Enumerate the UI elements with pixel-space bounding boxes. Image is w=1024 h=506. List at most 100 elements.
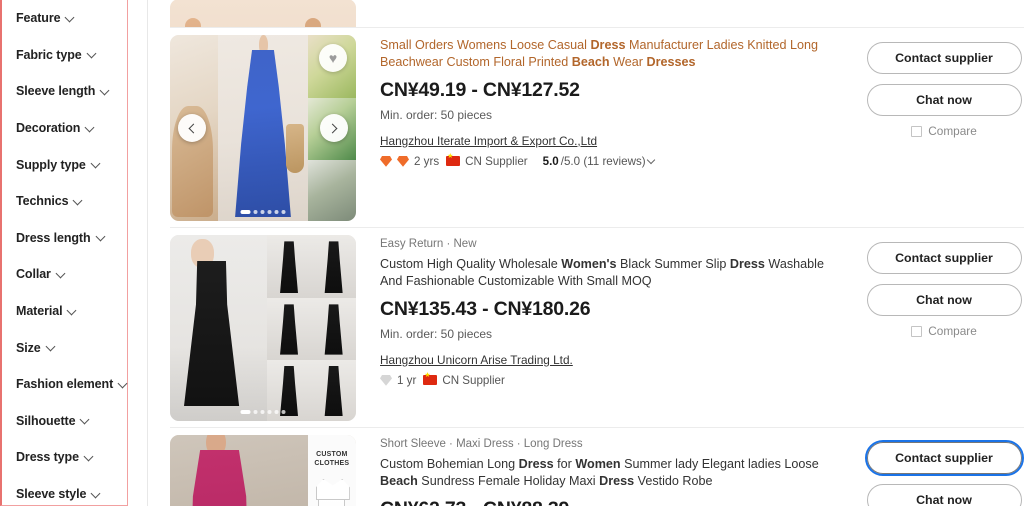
- sidebar-item-label: Collar: [16, 267, 51, 282]
- sidebar-item-feature[interactable]: Feature: [2, 0, 127, 37]
- chevron-down-icon: [74, 197, 83, 206]
- sidebar-item-label: Dress length: [16, 230, 91, 245]
- chevron-down-icon: [68, 307, 77, 316]
- product-price: CN¥135.43 - CN¥180.26: [380, 297, 591, 320]
- sidebar-item-label: Feature: [16, 11, 61, 26]
- carousel-next-button[interactable]: [320, 114, 348, 142]
- product-results-list: ♥ Small Orders Womens Loose Casual Dress…: [148, 0, 1024, 506]
- contact-supplier-button[interactable]: Contact supplier: [866, 242, 1022, 274]
- sidebar-item-label: Dress type: [16, 450, 79, 465]
- chevron-down-icon: [648, 157, 656, 165]
- compare-label: Compare: [928, 124, 977, 138]
- chat-now-button[interactable]: Chat now: [866, 284, 1022, 316]
- chevron-down-icon: [97, 233, 106, 242]
- sidebar-item-label: Fashion element: [16, 377, 114, 392]
- sidebar-item-label: Sleeve style: [16, 487, 87, 502]
- product-card-partial: [170, 0, 1024, 28]
- sidebar-item-supply-type[interactable]: Supply type: [2, 146, 127, 183]
- product-image[interactable]: [170, 235, 356, 421]
- product-card: Easy Return · New Custom High Quality Wh…: [170, 228, 1024, 428]
- contact-supplier-button[interactable]: Contact supplier: [866, 42, 1022, 74]
- product-title[interactable]: Small Orders Womens Loose Casual Dress M…: [380, 37, 848, 72]
- rating-dropdown[interactable]: 5.0/5.0 (11 reviews): [543, 155, 656, 168]
- sidebar-item-label: Decoration: [16, 121, 81, 136]
- supplier-country: CN Supplier: [465, 154, 528, 168]
- product-image[interactable]: ♥: [170, 35, 356, 221]
- chevron-down-icon: [47, 343, 56, 352]
- product-info: Easy Return · New Custom High Quality Wh…: [356, 228, 864, 427]
- carousel-prev-button[interactable]: [178, 114, 206, 142]
- min-order: Min. order: 50 pieces: [380, 326, 493, 341]
- chevron-down-icon: [92, 490, 101, 499]
- product-actions: Contact supplier Chat now Compare: [864, 228, 1024, 427]
- sidebar-item-label: Technics: [16, 194, 69, 209]
- chevron-down-icon: [81, 416, 90, 425]
- sidebar-gutter: [128, 0, 148, 506]
- sidebar-item-silhouette[interactable]: Silhouette: [2, 403, 127, 440]
- chevron-right-icon: [327, 123, 338, 133]
- sidebar-item-decoration[interactable]: Decoration: [2, 110, 127, 147]
- chat-now-button[interactable]: Chat now: [866, 484, 1022, 506]
- chevron-down-icon: [101, 87, 110, 96]
- product-title[interactable]: Custom High Quality Wholesale Women's Bl…: [380, 256, 848, 291]
- rating-detail: /5.0 (11 reviews): [560, 154, 646, 168]
- product-image[interactable]: CUSTOM CLOTHES: [170, 435, 356, 506]
- product-actions: Contact supplier Chat now Compare: [864, 28, 1024, 227]
- custom-badge-line1: CUSTOM: [316, 450, 348, 458]
- supplier-country: CN Supplier: [442, 373, 505, 387]
- checkbox-icon[interactable]: [911, 125, 923, 137]
- custom-clothes-panel: CUSTOM CLOTHES: [307, 435, 356, 506]
- compare-checkbox[interactable]: Compare: [911, 124, 977, 138]
- sidebar-item-sleeve-style[interactable]: Sleeve style: [2, 476, 127, 506]
- china-flag-icon: [423, 372, 438, 386]
- carousel-dots[interactable]: [240, 410, 286, 414]
- sidebar-item-collar[interactable]: Collar: [2, 256, 127, 293]
- heart-icon[interactable]: ♥: [319, 44, 347, 72]
- sidebar-item-label: Material: [16, 304, 63, 319]
- product-info: Short Sleeve · Maxi Dress · Long Dress C…: [356, 428, 864, 506]
- sidebar-item-fabric-type[interactable]: Fabric type: [2, 37, 127, 74]
- sidebar-item-dress-length[interactable]: Dress length: [2, 220, 127, 257]
- compare-checkbox[interactable]: Compare: [911, 324, 977, 338]
- china-flag-icon: [446, 153, 461, 167]
- sidebar-item-fashion-element[interactable]: Fashion element: [2, 366, 127, 403]
- chevron-down-icon: [86, 124, 95, 133]
- sidebar-item-size[interactable]: Size: [2, 329, 127, 366]
- chevron-left-icon: [188, 123, 199, 133]
- chevron-down-icon: [85, 453, 94, 462]
- sidebar-item-sleeve-length[interactable]: Sleeve length: [2, 73, 127, 110]
- supplier-years: 1 yr: [397, 373, 417, 387]
- chat-now-button[interactable]: Chat now: [866, 84, 1022, 116]
- supplier-years: 2 yrs: [414, 154, 440, 168]
- chevron-down-icon: [88, 50, 97, 59]
- sidebar-item-label: Silhouette: [16, 413, 76, 428]
- contact-supplier-button[interactable]: Contact supplier: [864, 440, 1024, 476]
- product-card: CUSTOM CLOTHES Short Sleeve · Maxi Dress…: [170, 428, 1024, 506]
- compare-label: Compare: [928, 324, 977, 338]
- product-info: Small Orders Womens Loose Casual Dress M…: [356, 28, 864, 227]
- sidebar-item-label: Supply type: [16, 157, 86, 172]
- search-results-page: Feature Fabric type Sleeve length Decora…: [0, 0, 1024, 506]
- beach-image: [170, 0, 356, 27]
- chevron-down-icon: [119, 380, 128, 389]
- supplier-link[interactable]: Hangzhou Iterate Import & Export Co.,Ltd: [380, 134, 597, 148]
- checkbox-icon[interactable]: [911, 325, 923, 337]
- sidebar-item-dress-type[interactable]: Dress type: [2, 439, 127, 476]
- sidebar-item-material[interactable]: Material: [2, 293, 127, 330]
- supplier-meta: 1 yr CN Supplier: [380, 372, 848, 387]
- gem-icon: [380, 155, 392, 167]
- carousel-dots[interactable]: [240, 210, 286, 214]
- product-tagline: Short Sleeve · Maxi Dress · Long Dress: [380, 438, 583, 450]
- product-image[interactable]: [170, 0, 356, 27]
- filter-sidebar: Feature Fabric type Sleeve length Decora…: [0, 0, 128, 506]
- product-card: ♥ Small Orders Womens Loose Casual Dress…: [170, 28, 1024, 228]
- chevron-down-icon: [66, 14, 75, 23]
- gem-icon: [397, 155, 409, 167]
- sidebar-item-technics[interactable]: Technics: [2, 183, 127, 220]
- sidebar-item-label: Size: [16, 340, 41, 355]
- pink-dress-image: CUSTOM CLOTHES: [170, 435, 356, 506]
- supplier-meta: 2 yrs CN Supplier 5.0/5.0 (11 reviews): [380, 153, 848, 168]
- product-price: CN¥49.19 - CN¥127.52: [380, 78, 580, 101]
- product-title[interactable]: Custom Bohemian Long Dress for Women Sum…: [380, 456, 848, 491]
- supplier-link[interactable]: Hangzhou Unicorn Arise Trading Ltd.: [380, 353, 573, 367]
